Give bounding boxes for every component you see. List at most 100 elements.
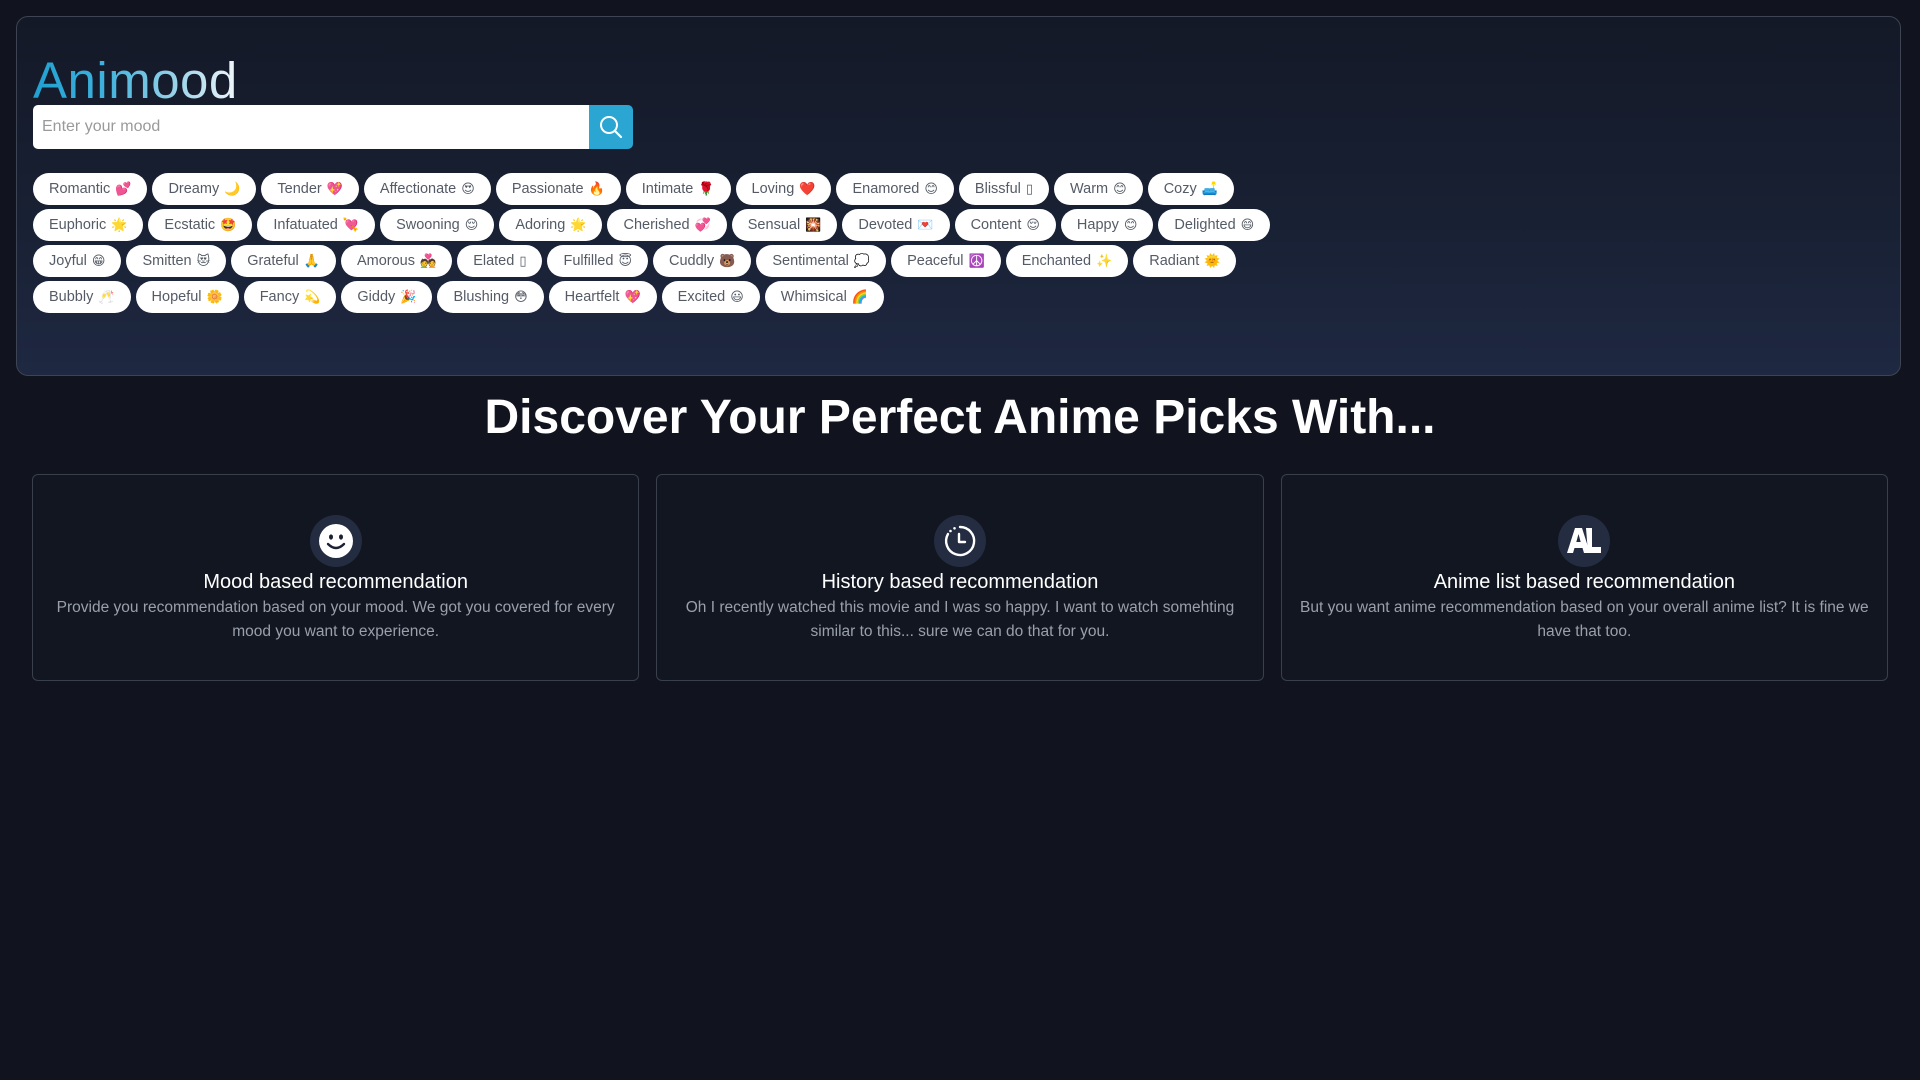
mood-chip-amorous[interactable]: Amorous 💑 — [340, 245, 453, 277]
mood-chip-fulfilled[interactable]: Fulfilled 😇 — [547, 245, 648, 277]
card-history-recommendation[interactable]: History based recommendation Oh I recent… — [656, 474, 1264, 681]
search-button[interactable] — [589, 105, 633, 149]
mood-chip-label: Enamored — [852, 181, 920, 197]
mood-emoji-icon: 😍 — [461, 181, 475, 197]
mood-chip-swooning[interactable]: Swooning 😌 — [380, 209, 495, 241]
mood-chip-bubbly[interactable]: Bubbly 🥂 — [33, 281, 131, 313]
mood-chip-cozy[interactable]: Cozy 🛋️ — [1147, 173, 1234, 205]
mood-chip-label: Devoted — [858, 217, 913, 233]
mood-emoji-icon: 🛋️ — [1201, 181, 1218, 197]
mood-chip-infatuated[interactable]: Infatuated 💘 — [257, 209, 376, 241]
mood-emoji-icon: 🥂 — [98, 289, 115, 305]
mood-emoji-icon: ☮️ — [968, 253, 985, 269]
mood-chip-cuddly[interactable]: Cuddly 🐻 — [653, 245, 752, 277]
mood-chip-label: Smitten — [142, 253, 192, 269]
mood-emoji-icon: 💖 — [624, 289, 641, 305]
mood-chip-delighted[interactable]: Delighted 😄 — [1158, 209, 1271, 241]
mood-chip-label: Radiant — [1149, 253, 1200, 269]
mood-chip-intimate[interactable]: Intimate 🌹 — [625, 173, 731, 205]
mood-emoji-icon: 💌 — [917, 217, 934, 233]
mood-chip-elated[interactable]: Elated ▯ — [457, 245, 543, 277]
mood-chip-smitten[interactable]: Smitten 😻 — [126, 245, 227, 277]
mood-chip-label: Happy — [1076, 217, 1119, 233]
mood-chip-cherished[interactable]: Cherished 💞 — [607, 209, 727, 241]
mood-search-input[interactable] — [33, 105, 589, 149]
card-animelist-recommendation[interactable]: Anime list based recommendation But you … — [1280, 474, 1888, 681]
mood-chip-enchanted[interactable]: Enchanted ✨ — [1005, 245, 1129, 277]
mood-emoji-icon: 😳 — [514, 289, 528, 305]
mood-chip-label: Intimate — [641, 181, 694, 197]
mood-chip-affectionate[interactable]: Affectionate 😍 — [363, 173, 491, 205]
mood-emoji-icon: 🌈 — [851, 289, 869, 305]
mood-chip-radiant[interactable]: Radiant 🌞 — [1133, 245, 1237, 277]
mood-chip-sentimental[interactable]: Sentimental 💭 — [756, 245, 887, 277]
mood-chip-label: Sentimental — [772, 253, 849, 269]
mood-chip-devoted[interactable]: Devoted 💌 — [842, 209, 950, 241]
mood-chip-label: Swooning — [396, 217, 460, 233]
mood-chip-label: Fulfilled — [563, 253, 614, 269]
mood-chip-label: Blissful — [974, 181, 1021, 197]
mood-chip-label: Tender — [277, 181, 322, 197]
page-headline: Discover Your Perfect Anime Picks With..… — [484, 391, 1436, 444]
mood-chip-happy[interactable]: Happy 😊 — [1060, 209, 1154, 241]
mood-emoji-icon: 😃 — [730, 289, 744, 305]
mood-chip-label: Ecstatic — [164, 217, 216, 233]
mood-chip-passionate[interactable]: Passionate 🔥 — [495, 173, 621, 205]
mood-chip-label: Amorous — [356, 253, 415, 269]
mood-chip-giddy[interactable]: Giddy 🎉 — [341, 281, 433, 313]
mood-chip-sensual[interactable]: Sensual 🎇 — [731, 209, 838, 241]
mood-emoji-icon: 😌 — [464, 217, 479, 233]
mood-chip-euphoric[interactable]: Euphoric 🌟 — [33, 209, 144, 241]
mood-chip-label: Whimsical — [780, 289, 847, 305]
mood-emoji-icon: 😄 — [1240, 217, 1255, 233]
mood-chip-blissful[interactable]: Blissful ▯ — [958, 173, 1050, 205]
mood-chip-label: Fancy — [259, 289, 300, 305]
mood-emoji-icon: 💘 — [342, 217, 360, 233]
mood-emoji-icon: 🌙 — [224, 181, 241, 197]
mood-chip-grateful[interactable]: Grateful 🙏 — [231, 245, 336, 277]
mood-chip-tender[interactable]: Tender 💖 — [261, 173, 359, 205]
hero-panel: Animood Romantic💕Dreamy🌙Tender💖Affection… — [16, 16, 1901, 376]
mood-chip-label: Peaceful — [907, 253, 964, 269]
card-title: Mood based recommendation — [203, 571, 468, 593]
mood-chip-peaceful[interactable]: Peaceful ☮️ — [891, 245, 1001, 277]
mood-chip-adoring[interactable]: Adoring 🌟 — [499, 209, 603, 241]
mood-chip-romantic[interactable]: Romantic 💕 — [33, 173, 148, 205]
mood-chip-ecstatic[interactable]: Ecstatic 🤩 — [148, 209, 253, 241]
mood-emoji-icon: 💖 — [326, 181, 343, 197]
mood-emoji-icon: 🤩 — [220, 217, 237, 233]
card-description: Provide you recommendation based on your… — [56, 599, 615, 640]
card-mood-recommendation[interactable]: Mood based recommendation Provide you re… — [32, 474, 640, 681]
mood-chip-label: Romantic — [49, 181, 111, 197]
card-description: Oh I recently watched this movie and I w… — [685, 599, 1235, 640]
anilist-logo-icon — [1558, 515, 1611, 567]
mood-chip-enamored[interactable]: Enamored 😊 — [836, 173, 954, 205]
mood-emoji-icon: 😊 — [1113, 181, 1127, 197]
mood-chip-hopeful[interactable]: Hopeful 🌼 — [135, 281, 239, 313]
mood-chip-label: Euphoric — [49, 217, 107, 233]
mood-emoji-icon: 🌼 — [206, 289, 223, 305]
mood-emoji-icon: 🔥 — [588, 181, 605, 197]
mood-chip-excited[interactable]: Excited 😃 — [661, 281, 760, 313]
mood-chip-fancy[interactable]: Fancy 💫 — [243, 281, 337, 313]
mood-chip-label: Sensual — [747, 217, 801, 233]
mood-emoji-icon: 💭 — [853, 253, 871, 269]
mood-chip-whimsical[interactable]: Whimsical 🌈 — [764, 281, 885, 313]
mood-chip-blushing[interactable]: Blushing 😳 — [437, 281, 544, 313]
mood-chip-label: Enchanted — [1021, 253, 1092, 269]
mood-emoji-icon: 🙏 — [303, 253, 320, 269]
mood-chip-warm[interactable]: Warm 😊 — [1054, 173, 1143, 205]
mood-chip-label: Adoring — [515, 217, 566, 233]
mood-chip-dreamy[interactable]: Dreamy 🌙 — [152, 173, 257, 205]
card-description: But you want anime recommendation based … — [1300, 599, 1869, 640]
mood-chip-heartfelt[interactable]: Heartfelt 💖 — [548, 281, 657, 313]
mood-chip-loving[interactable]: Loving ❤️ — [735, 173, 832, 205]
mood-emoji-icon: 😇 — [618, 253, 632, 269]
mood-chip-label: Giddy — [357, 289, 396, 305]
mood-chip-content[interactable]: Content 😌 — [954, 209, 1056, 241]
mood-chip-joyful[interactable]: Joyful 😁 — [33, 245, 122, 277]
card-title: Anime list based recommendation — [1433, 571, 1735, 593]
brand-logo[interactable]: Animood — [33, 53, 238, 109]
history-clock-icon — [933, 515, 986, 567]
mood-emoji-icon: 😌 — [1026, 217, 1040, 233]
